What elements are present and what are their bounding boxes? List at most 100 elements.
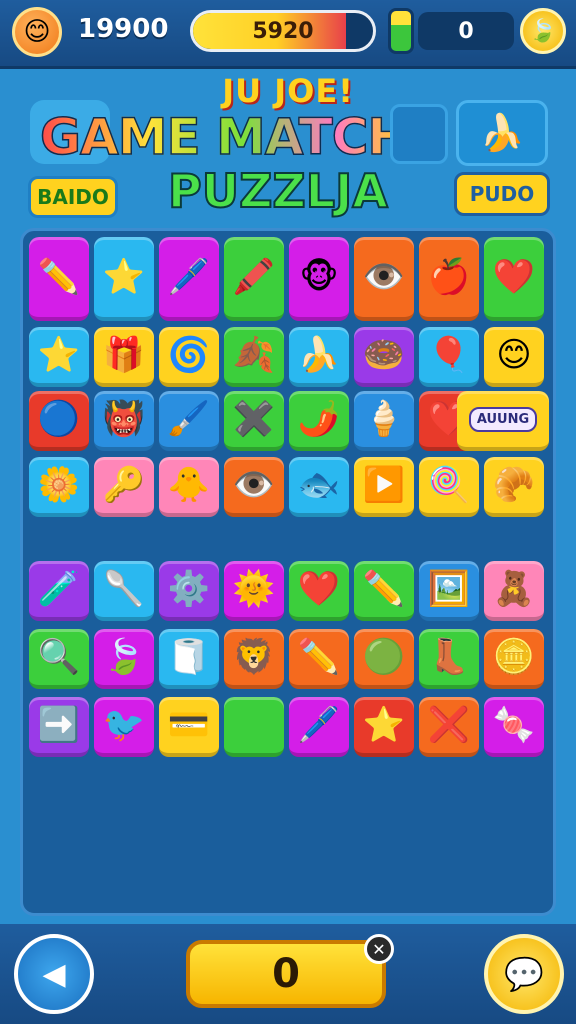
ball-icon: 🟢 xyxy=(362,637,406,677)
left-pill-button[interactable]: BAIDO xyxy=(28,176,118,218)
balloon-tile[interactable]: 🎈 xyxy=(419,327,479,387)
sun-tile[interactable]: 🌞 xyxy=(224,561,284,621)
score-counter: 19900 xyxy=(78,14,169,44)
heart-tile[interactable]: ❤️ xyxy=(289,561,349,621)
back-arrow-icon: ◀ xyxy=(42,956,66,992)
heart-icon: ❤️ xyxy=(492,257,536,297)
eye-tile[interactable]: 👁️ xyxy=(224,457,284,517)
star-face-tile[interactable]: ⭐ xyxy=(94,237,154,321)
candy-tile[interactable]: 🍬 xyxy=(484,697,544,757)
pencil-icon: ✏️ xyxy=(37,257,81,297)
gear-tile[interactable]: ⚙️ xyxy=(159,561,219,621)
star-tile[interactable]: ⭐ xyxy=(354,697,414,757)
shell-tile[interactable]: 🌀 xyxy=(159,327,219,387)
roll-tile[interactable]: 🧻 xyxy=(159,629,219,689)
balloon-icon: 🎈 xyxy=(427,335,471,375)
pencil-tile[interactable]: ✏️ xyxy=(29,237,89,321)
pencil-icon: ✏️ xyxy=(297,637,341,677)
spoon-tile[interactable]: 🥄 xyxy=(94,561,154,621)
chat-button[interactable]: 💬 xyxy=(484,934,564,1014)
close-icon[interactable]: ✕ xyxy=(364,934,394,964)
bread-tile[interactable]: 🥐 xyxy=(484,457,544,517)
game-title-line2: PUZZLJA xyxy=(167,163,389,219)
crayons-tile[interactable]: 🖍️ xyxy=(224,237,284,321)
leaf-tile[interactable]: 🍃 xyxy=(94,629,154,689)
fish-tile[interactable]: 🐟 xyxy=(289,457,349,517)
x-icon: ❌ xyxy=(427,705,471,745)
special-label-tile[interactable]: AUUNG xyxy=(457,391,549,451)
star-icon: ⭐ xyxy=(362,705,406,745)
cone-tile[interactable]: 🍦 xyxy=(354,391,414,451)
leaf-tile[interactable]: 🍂 xyxy=(224,327,284,387)
arrow-tile[interactable]: ➡️ xyxy=(29,697,89,757)
spoon-icon: 🥄 xyxy=(102,569,146,609)
lollipop-icon: 🍭 xyxy=(427,465,471,505)
right-pill-button[interactable]: PUDO xyxy=(454,172,550,216)
banana-icon: 🍌 xyxy=(479,113,525,154)
progress-label: 5920 xyxy=(252,18,314,44)
banana-tile[interactable]: 🍌 xyxy=(289,327,349,387)
boot-tile[interactable]: 👢 xyxy=(419,629,479,689)
center-counter-button[interactable]: 0 xyxy=(186,940,386,1008)
pen-icon: 🖊️ xyxy=(167,257,211,297)
star-tile[interactable]: ⭐ xyxy=(29,327,89,387)
gift-icon: 🎁 xyxy=(102,335,146,375)
eye-icon: 👁️ xyxy=(362,257,406,297)
special-tile-label: AUUNG xyxy=(468,406,538,432)
sun-icon: 🌞 xyxy=(232,569,276,609)
ball-tile[interactable]: 🔵 xyxy=(29,391,89,451)
chili-tile[interactable]: 🌶️ xyxy=(289,391,349,451)
pencil-icon: ✏️ xyxy=(362,569,406,609)
shell-icon: 🌀 xyxy=(167,335,211,375)
brush-icon: 🖌️ xyxy=(167,399,211,439)
coin-tile[interactable]: 🪙 xyxy=(484,629,544,689)
gift-tile[interactable]: 🎁 xyxy=(94,327,154,387)
star-face-icon: ⭐ xyxy=(102,257,146,297)
ball-tile[interactable]: 🟢 xyxy=(354,629,414,689)
settings-button[interactable]: 🍃 xyxy=(520,8,566,54)
monster-tile[interactable]: 🐵 xyxy=(289,237,349,321)
creature-tile[interactable]: 👹 xyxy=(94,391,154,451)
flower-tile[interactable]: 🌼 xyxy=(29,457,89,517)
chili-icon: 🌶️ xyxy=(297,399,341,439)
toy-tile[interactable]: 🧸 xyxy=(484,561,544,621)
bird-tile[interactable]: 🐦 xyxy=(94,697,154,757)
bottle-icon: 🧪 xyxy=(37,569,81,609)
eye-tile[interactable]: 👁️ xyxy=(354,237,414,321)
game-title-line1: GAME MATCH xyxy=(39,107,410,167)
energy-battery-icon xyxy=(388,8,414,54)
lollipop-tile[interactable]: 🍭 xyxy=(419,457,479,517)
cross-tile[interactable]: ✖️ xyxy=(224,391,284,451)
heart-icon: ❤️ xyxy=(297,569,341,609)
magnifier-tile[interactable]: 🔍 xyxy=(29,629,89,689)
bottle-tile[interactable]: 🧪 xyxy=(29,561,89,621)
chick-icon: 🐥 xyxy=(167,465,211,505)
player-avatar[interactable]: 😊 xyxy=(12,7,62,57)
fish-icon: 🐟 xyxy=(297,465,341,505)
chick-tile[interactable]: 🐥 xyxy=(159,457,219,517)
pencil-tile[interactable]: ✏️ xyxy=(354,561,414,621)
candy-icon: 🍬 xyxy=(492,705,536,745)
heart-tile[interactable]: ❤️ xyxy=(484,237,544,321)
back-button[interactable]: ◀ xyxy=(14,934,94,1014)
roll-icon: 🧻 xyxy=(167,637,211,677)
pen-icon: 🖊️ xyxy=(297,705,341,745)
pen-tile[interactable]: 🖊️ xyxy=(159,237,219,321)
card-tile[interactable]: 💳 xyxy=(159,697,219,757)
pencil-tile[interactable]: ✏️ xyxy=(289,629,349,689)
apple-tile[interactable]: 🍎 xyxy=(419,237,479,321)
pen-tile[interactable]: 🖊️ xyxy=(289,697,349,757)
face-tile[interactable]: 😊 xyxy=(484,327,544,387)
apple-icon: 🍎 xyxy=(427,257,471,297)
key-icon: 🔑 xyxy=(102,465,146,505)
arrow-icon: ➡️ xyxy=(37,705,81,745)
key-tile[interactable]: 🔑 xyxy=(94,457,154,517)
brush-tile[interactable]: 🖌️ xyxy=(159,391,219,451)
lion-tile[interactable]: 🦁 xyxy=(224,629,284,689)
play-tile[interactable]: ▶️ xyxy=(354,457,414,517)
frame-tile[interactable]: 🖼️ xyxy=(419,561,479,621)
x-tile[interactable]: ❌ xyxy=(419,697,479,757)
cone-icon: 🍦 xyxy=(362,399,406,439)
donut-tile[interactable]: 🍩 xyxy=(354,327,414,387)
plain-tile[interactable] xyxy=(224,697,284,757)
